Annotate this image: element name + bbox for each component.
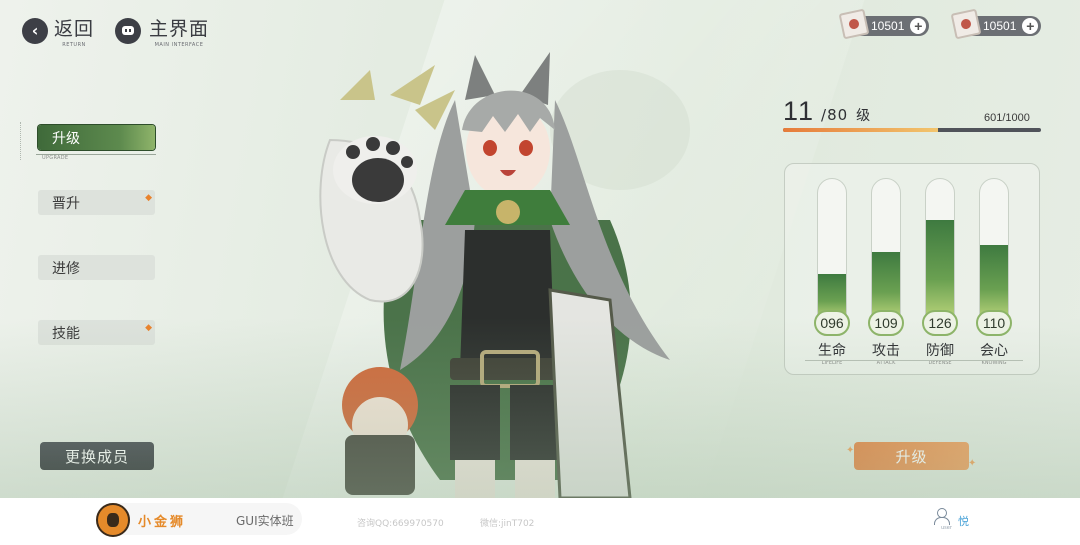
home-label: 主界面 [149, 18, 210, 40]
menu-frame-decoration [20, 122, 22, 160]
ticket-card-icon [838, 8, 870, 40]
back-sublabel: RETURN [62, 42, 86, 48]
stat-name: 防御 [926, 343, 954, 359]
stat-bar [871, 178, 901, 320]
stat-sublabel: LIFELIFE [821, 360, 843, 366]
watermark-footer: 小金狮 GUI实体班 咨询QQ:669970570 微信:jinT702 use… [0, 498, 1080, 545]
stat-bar-fill [872, 251, 900, 319]
notification-badge: ◆ [145, 193, 152, 203]
user-name: 悦 [958, 515, 969, 528]
stat-sublabel: KNOWING [981, 360, 1007, 366]
main-interface-button[interactable]: 主界面 MAIN INTERFACE [115, 14, 209, 48]
menu-item-sublabel: UPGRADE [42, 155, 69, 161]
stat-value: 126 [922, 310, 958, 336]
home-sublabel: MAIN INTERFACE [154, 42, 204, 48]
back-button[interactable]: ‹ 返回 RETURN [22, 14, 94, 48]
currency-1: 10501 + [838, 8, 930, 40]
sparkle-icon: ✦ [846, 445, 855, 456]
menu-item-skills[interactable]: 技能 ◆ [38, 320, 155, 345]
add-currency-2-button[interactable]: + [1022, 18, 1039, 34]
level-max: /80 [821, 106, 849, 124]
currency-1-amount: 10501 [871, 19, 905, 33]
robot-icon [115, 18, 141, 44]
lion-logo-icon [96, 503, 130, 537]
contact-wechat: 微信:jinT702 [480, 519, 535, 529]
stats-panel: 096 生命 LIFELIFE 109 攻击 ATTACK 126 防御 DEF… [784, 163, 1040, 375]
stats-baseline [805, 360, 1023, 361]
stat-sublabel: ATTACK [876, 360, 896, 366]
swap-member-button[interactable]: 更换成员 [40, 442, 154, 470]
menu-item-upgrade[interactable]: 升级 [38, 125, 155, 150]
level-current: 11 [783, 96, 816, 126]
game-scene: ‹ 返回 RETURN 主界面 MAIN INTERFACE 10501 + 1… [0, 0, 1080, 498]
level-unit: 级 [856, 108, 871, 124]
stat-bar [979, 178, 1009, 320]
exp-text: 601/1000 [984, 112, 1030, 124]
menu-item-label: 技能 [52, 325, 80, 342]
stat-value: 110 [976, 310, 1012, 336]
brand-course: GUI实体班 [236, 514, 294, 528]
exp-bar [783, 128, 1041, 132]
currency-2-amount: 10501 [983, 19, 1017, 33]
stat-name: 生命 [818, 343, 846, 359]
gift-card-icon [950, 8, 982, 40]
sparkle-icon: ✦ [968, 458, 977, 469]
stat-name: 会心 [980, 343, 1008, 359]
stat-bar-fill [980, 244, 1008, 319]
upgrade-button[interactable]: 升级 [854, 442, 969, 470]
menu-item-label: 进修 [52, 260, 80, 277]
level-display: 11 /80 级 [783, 96, 870, 127]
user-sublabel: user [941, 525, 952, 531]
user-icon [934, 508, 950, 525]
menu-item-label: 晋升 [52, 195, 80, 212]
chevron-left-icon: ‹ [22, 18, 48, 44]
stat-sublabel: DEFENSE [928, 360, 952, 366]
notification-badge: ◆ [145, 323, 152, 333]
character-illustration [319, 52, 690, 498]
stat-bar [817, 178, 847, 320]
brand-badge: 小金狮 GUI实体班 [96, 503, 302, 537]
menu-item-promote[interactable]: 晋升 ◆ [38, 190, 155, 215]
add-currency-1-button[interactable]: + [910, 18, 927, 34]
stat-name: 攻击 [872, 343, 900, 359]
stat-bar-fill [926, 219, 954, 319]
brand-name: 小金狮 [138, 515, 187, 530]
exp-bar-fill [783, 128, 939, 132]
stat-value: 109 [868, 310, 904, 336]
stat-bar [925, 178, 955, 320]
menu-item-label: 升级 [52, 130, 80, 147]
menu-item-training[interactable]: 进修 [38, 255, 155, 280]
currency-2: 10501 + [950, 8, 1042, 40]
stat-value: 096 [814, 310, 850, 336]
back-label: 返回 [54, 18, 95, 40]
contact-qq: 咨询QQ:669970570 [357, 519, 444, 529]
